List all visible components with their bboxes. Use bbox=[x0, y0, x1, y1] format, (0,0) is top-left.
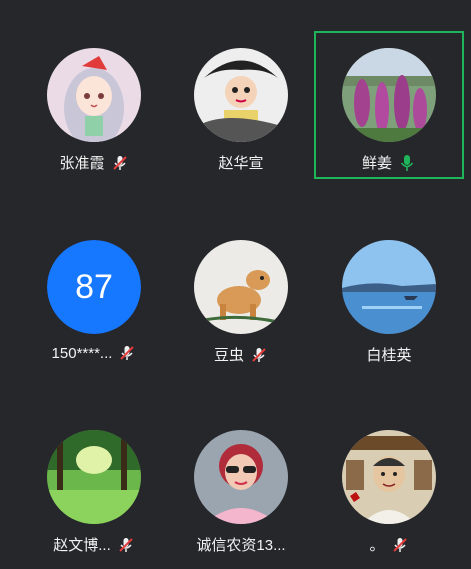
participant-name-row: 。 bbox=[312, 534, 466, 555]
participant-tile[interactable]: 鲜姜 bbox=[312, 30, 466, 180]
participant-name-row: 白桂英 bbox=[312, 344, 466, 365]
participant-name-row: 赵文博... bbox=[17, 534, 171, 555]
participant-tile[interactable]: 87 150****... bbox=[17, 222, 171, 372]
anime-girl-avatar bbox=[47, 48, 141, 142]
woman-sunglasses-avatar bbox=[194, 430, 288, 524]
participant-name: 白桂英 bbox=[366, 347, 412, 364]
participant-name: 张准霞 bbox=[59, 155, 105, 172]
participant-name-row: 豆虫 bbox=[164, 344, 318, 365]
participant-name: 豆虫 bbox=[213, 347, 244, 364]
participant-name-row: 诚信农资13... bbox=[164, 534, 318, 555]
participant-tile[interactable]: 赵文博... bbox=[17, 412, 171, 562]
speaking-mic-icon bbox=[398, 154, 416, 172]
participant-name-row: 150****... bbox=[17, 344, 171, 362]
horse-drawing-avatar bbox=[194, 240, 288, 334]
participant-name: 赵华宣 bbox=[218, 155, 264, 172]
participant-name: 鲜姜 bbox=[361, 155, 392, 172]
participant-name: 150****... bbox=[51, 344, 113, 362]
number-avatar: 87 bbox=[47, 240, 141, 334]
participant-tile[interactable]: 赵华宣 bbox=[164, 30, 318, 180]
cartoon-man-avatar bbox=[342, 430, 436, 524]
muted-mic-icon bbox=[250, 346, 268, 364]
muted-mic-icon bbox=[391, 536, 409, 554]
muted-mic-icon bbox=[118, 344, 136, 362]
participant-tile[interactable]: 白桂英 bbox=[312, 222, 466, 372]
purple-flowers-avatar bbox=[342, 48, 436, 142]
cartoon-boy-avatar bbox=[194, 48, 288, 142]
participant-name-row: 赵华宣 bbox=[164, 152, 318, 173]
green-trees-avatar bbox=[47, 430, 141, 524]
participant-grid: 张准霞 赵华宣 鲜姜 87 150****... 豆虫 白桂英 赵文博... 诚… bbox=[0, 0, 471, 569]
participant-name-row: 张准霞 bbox=[17, 152, 171, 173]
participant-tile[interactable]: 豆虫 bbox=[164, 222, 318, 372]
muted-mic-icon bbox=[111, 154, 129, 172]
participant-name: 诚信农资13... bbox=[196, 537, 286, 554]
participant-tile[interactable]: 诚信农资13... bbox=[164, 412, 318, 562]
avatar-number: 87 bbox=[47, 240, 141, 334]
participant-name: 。 bbox=[369, 537, 385, 554]
participant-name-row: 鲜姜 bbox=[312, 152, 466, 173]
lake-landscape-avatar bbox=[342, 240, 436, 334]
participant-name: 赵文博... bbox=[53, 537, 111, 554]
participant-tile[interactable]: 张准霞 bbox=[17, 30, 171, 180]
participant-tile[interactable]: 。 bbox=[312, 412, 466, 562]
muted-mic-icon bbox=[117, 536, 135, 554]
